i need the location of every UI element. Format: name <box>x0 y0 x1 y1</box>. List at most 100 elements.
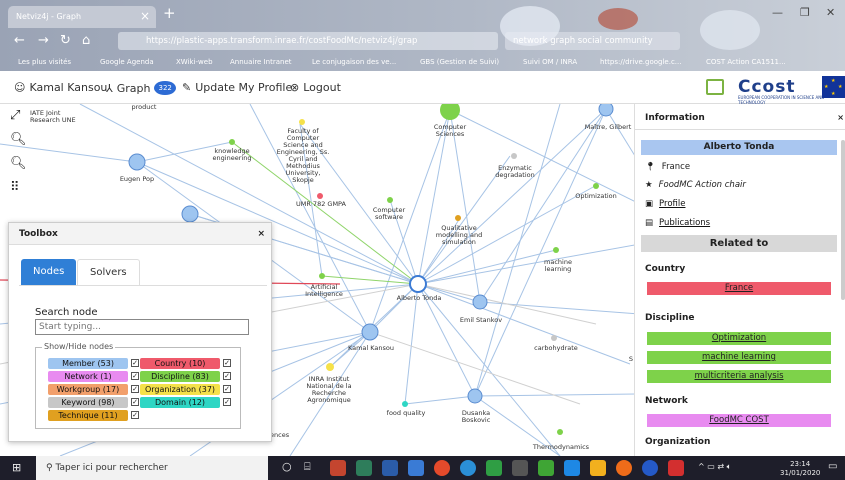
app-icon[interactable] <box>642 460 658 476</box>
node-type-checkbox[interactable]: ✓ <box>223 359 231 367</box>
toolbox-close-icon[interactable]: × <box>257 229 265 239</box>
related-discipline-item[interactable]: multicriteria analysis <box>647 370 831 383</box>
related-discipline-item[interactable]: machine learning <box>647 351 831 364</box>
node-type-checkbox[interactable]: ✓ <box>131 385 139 393</box>
id-card-icon: ▣ <box>645 199 654 209</box>
app-header: ☺ Kamal Kansou ⅄ Graph 322 ✎ Update My Profi… <box>0 71 845 105</box>
bookmark-1[interactable]: Les plus visités <box>18 58 71 66</box>
app-icon[interactable] <box>538 460 554 476</box>
node-type-checkbox[interactable]: ✓ <box>223 398 231 406</box>
eu-flag-icon: ★ ★ ★ ★ <box>822 76 845 98</box>
publications-row: ▤ Publications <box>645 218 710 228</box>
node-label: INRA Institut National de la Recherche A… <box>306 375 352 404</box>
zoom-out-icon[interactable]: 🔍︎ <box>10 132 27 147</box>
node-label: product <box>131 104 157 111</box>
taskbar-search-placeholder: Taper ici pour rechercher <box>55 463 168 473</box>
node-label: Optimization <box>575 192 617 200</box>
information-scrollbar[interactable] <box>841 140 845 300</box>
node-label: knowledge engineering <box>212 147 252 162</box>
user-icon: ☺ <box>14 81 26 94</box>
tab-title: Netviz4j - Graph <box>16 12 82 21</box>
powerpoint-icon[interactable] <box>330 460 346 476</box>
app-icon[interactable] <box>512 460 528 476</box>
related-discipline-item[interactable]: Optimization <box>647 332 831 345</box>
node-label: Computer Sciences <box>433 123 467 138</box>
excel-icon[interactable] <box>486 460 502 476</box>
minimize-icon[interactable]: — <box>772 6 783 19</box>
clock-time: 23:14 <box>790 460 811 468</box>
bookmark-4[interactable]: Annuaire Intranet <box>230 58 292 66</box>
bookmark-5[interactable]: Le conjugaison des ve... <box>312 58 396 66</box>
home-icon[interactable]: ⌂ <box>82 33 90 48</box>
forward-icon[interactable]: → <box>38 33 49 48</box>
close-tab-icon[interactable]: × <box>140 9 150 23</box>
tab-nodes[interactable]: Nodes <box>21 259 77 285</box>
toolbox-tabs: Nodes Solvers <box>19 256 267 286</box>
graph-menu[interactable]: ⅄ Graph 322 <box>106 81 176 95</box>
acrobat-icon[interactable] <box>668 460 684 476</box>
restore-icon[interactable]: ❐ <box>800 6 810 19</box>
bookmark-9[interactable]: COST Action CA1511... <box>706 58 786 66</box>
taskbar-search[interactable]: ⚲ Taper ici pour rechercher <box>36 456 268 480</box>
app-icon[interactable] <box>564 460 580 476</box>
node-type-checkbox[interactable]: ✓ <box>131 359 139 367</box>
app-icon[interactable] <box>408 460 424 476</box>
related-network-item[interactable]: FoodMC COST <box>647 414 831 427</box>
chrome-icon[interactable] <box>434 460 450 476</box>
fit-to-screen-icon[interactable]: ⤢ <box>10 108 27 123</box>
app-icon[interactable] <box>460 460 476 476</box>
zoom-in-icon[interactable]: 🔍︎ <box>10 156 27 171</box>
word-icon[interactable] <box>382 460 398 476</box>
bookmark-2[interactable]: Google Agenda <box>100 58 154 66</box>
browser-search-field[interactable]: network graph social community <box>505 32 680 50</box>
profile-link[interactable]: Profile <box>659 199 685 209</box>
reload-icon[interactable]: ↻ <box>60 33 71 48</box>
notifications-icon[interactable]: ▭ <box>828 461 837 472</box>
bookmark-6[interactable]: GBS (Gestion de Suivi) <box>420 58 499 66</box>
bookmark-7[interactable]: Suivi OM / INRA <box>523 58 577 66</box>
graph-count-badge: 322 <box>154 81 176 95</box>
node-type-checkbox[interactable]: ✓ <box>223 372 231 380</box>
app-icon[interactable] <box>356 460 372 476</box>
related-to-heading: Related to <box>641 235 837 252</box>
node-type-chip: Technique (11) <box>48 410 128 421</box>
node-label: Thermodynamics <box>532 443 590 451</box>
close-window-icon[interactable]: ✕ <box>826 6 835 19</box>
node-type-checkbox[interactable]: ✓ <box>223 385 231 393</box>
logout-label: Logout <box>303 81 341 94</box>
update-profile-link[interactable]: ✎ Update My Profile <box>182 81 292 94</box>
folder-icon[interactable] <box>590 460 606 476</box>
new-tab-icon[interactable]: + <box>163 4 176 22</box>
user-menu[interactable]: ☺ Kamal Kansou <box>14 81 107 94</box>
discipline-heading: Discipline <box>645 313 695 323</box>
back-icon[interactable]: ← <box>14 33 25 48</box>
timeline-icon[interactable]: ⌸ <box>304 460 311 474</box>
tab-solvers[interactable]: Solvers <box>77 259 140 285</box>
information-panel: Information × Alberto Tonda 📍︎ France ★ Foo… <box>634 104 845 456</box>
grid-menu-icon[interactable]: ⠿ <box>10 180 27 195</box>
researchgate-icon[interactable] <box>706 79 724 95</box>
information-close-icon[interactable]: × <box>837 113 844 122</box>
related-country-item[interactable]: France <box>647 282 831 295</box>
system-tray-icons[interactable]: ^ ▭ ⇄ 🔈︎ <box>698 462 731 472</box>
node-type-checkbox[interactable]: ✓ <box>131 372 139 380</box>
node-type-checkbox[interactable]: ✓ <box>131 398 139 406</box>
node-type-checkbox[interactable]: ✓ <box>131 411 139 419</box>
node-label: Computer software <box>372 206 406 221</box>
bookmark-3[interactable]: XWiki-web <box>176 58 213 66</box>
country-value: France <box>661 162 691 172</box>
location-pin-icon: 📍︎ <box>645 162 656 172</box>
browser-tab[interactable]: Netviz4j - Graph × <box>8 6 156 28</box>
bookmark-8[interactable]: https://drive.google.c... <box>600 58 681 66</box>
windows-start-icon[interactable]: ⊞ <box>12 461 21 474</box>
url-field[interactable]: https://plastic-apps.transform.inrae.fr/… <box>118 32 498 50</box>
bookmarks-bar: Les plus visités Google Agenda XWiki-web… <box>0 54 845 71</box>
logout-link[interactable]: ⊗ Logout <box>290 81 341 94</box>
taskbar-clock[interactable]: 23:14 31/01/2020 <box>780 460 820 478</box>
node-type-chip: Organization (37) <box>140 384 220 395</box>
firefox-icon[interactable] <box>616 460 632 476</box>
task-view-icon[interactable]: ○ <box>282 460 292 473</box>
publications-link[interactable]: Publications <box>659 218 710 228</box>
search-node-input[interactable] <box>35 319 249 335</box>
search-text: network graph social community <box>513 36 653 46</box>
